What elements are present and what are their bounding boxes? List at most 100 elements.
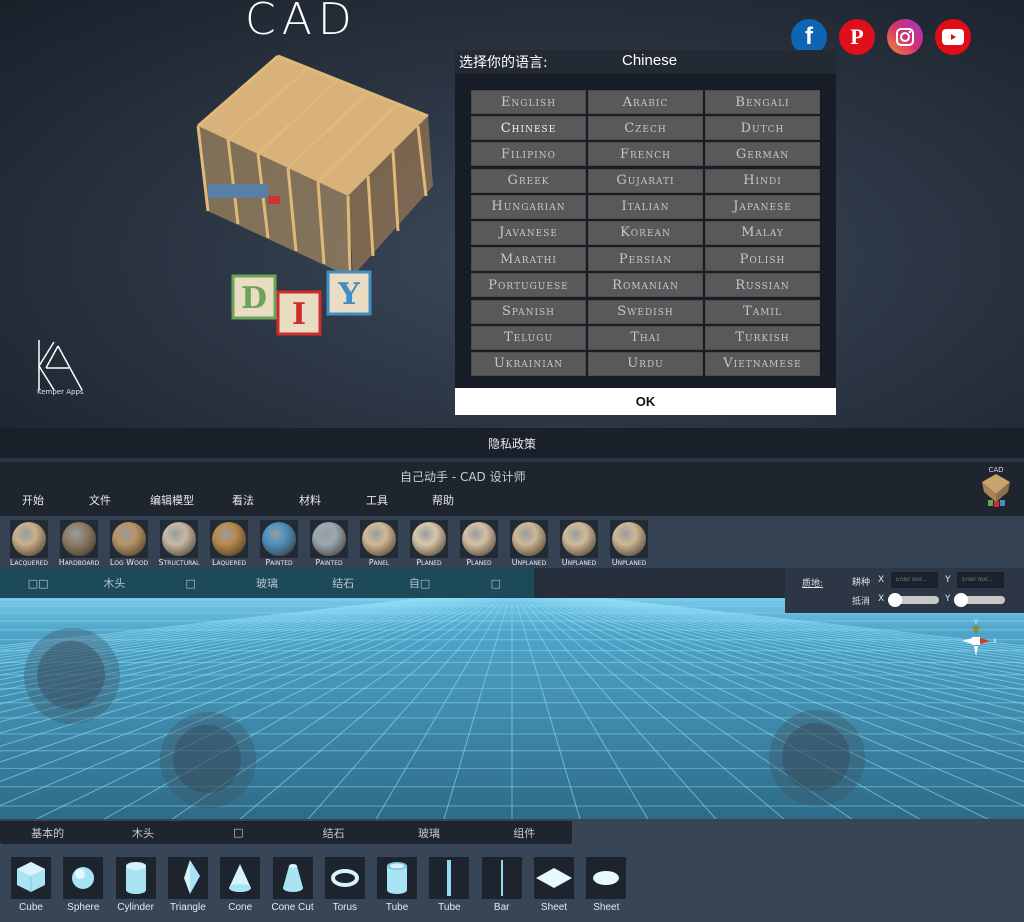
language-option-spanish[interactable]: Spanish (471, 299, 586, 324)
instagram-button[interactable] (887, 19, 923, 55)
menu-item-1[interactable]: 文件 (89, 492, 111, 508)
tiling-y-input[interactable] (957, 572, 1004, 588)
menu-item-4[interactable]: 材料 (299, 492, 321, 508)
material-swatch-hardboard[interactable]: Hardboard (54, 520, 104, 567)
shape-button-thin-tube[interactable]: Tube (427, 857, 471, 913)
ok-button[interactable]: OK (455, 388, 836, 415)
language-option-polish[interactable]: Polish (705, 247, 820, 272)
language-option-gujarati[interactable]: Gujarati (588, 168, 703, 193)
language-option-chinese[interactable]: Chinese (471, 116, 586, 141)
language-option-swedish[interactable]: Swedish (588, 299, 703, 324)
material-swatch-lacquered[interactable]: Lacquered (4, 520, 54, 567)
language-option-marathi[interactable]: Marathi (471, 247, 586, 272)
material-tab-1[interactable]: 木头 (76, 568, 152, 598)
language-option-japanese[interactable]: Japanese (705, 194, 820, 219)
move-joystick[interactable] (24, 628, 120, 724)
offset-x-slider[interactable] (888, 593, 939, 607)
pinterest-button[interactable]: P (839, 19, 875, 55)
shape-tab-3[interactable]: 结石 (286, 821, 381, 844)
language-option-turkish[interactable]: Turkish (705, 325, 820, 350)
material-swatch-painted[interactable]: Painted (254, 520, 304, 567)
language-option-malay[interactable]: Malay (705, 220, 820, 245)
material-tab-5[interactable]: 自□ (381, 568, 457, 598)
shape-button-round-sheet[interactable]: Sheet (584, 857, 628, 913)
axis-gizmo[interactable]: Y X (956, 618, 996, 658)
material-swatch-planed[interactable]: Planed (454, 520, 504, 567)
material-swatch-structural[interactable]: Structural (154, 520, 204, 567)
shape-tab-5[interactable]: 组件 (477, 821, 572, 844)
language-option-greek[interactable]: Greek (471, 168, 586, 193)
shape-button-cylinder[interactable]: Cylinder (114, 857, 158, 913)
language-option-javanese[interactable]: Javanese (471, 220, 586, 245)
shape-button-cone[interactable]: Cone (218, 857, 262, 913)
material-label: Planed (416, 558, 442, 567)
material-swatch-painted[interactable]: Painted (304, 520, 354, 567)
offset-y-slider-knob[interactable] (954, 593, 968, 607)
shape-preview (324, 857, 365, 899)
shape-tab-2[interactable]: □ (191, 821, 286, 844)
shape-button-cube[interactable]: Cube (9, 857, 53, 913)
language-option-korean[interactable]: Korean (588, 220, 703, 245)
language-option-dutch[interactable]: Dutch (705, 116, 820, 141)
shape-tab-0[interactable]: 基本的 (0, 821, 95, 844)
language-option-hindi[interactable]: Hindi (705, 168, 820, 193)
3d-viewport[interactable] (0, 598, 1024, 826)
material-tab-3[interactable]: 玻璃 (229, 568, 305, 598)
menu-item-3[interactable]: 看法 (232, 492, 254, 508)
shape-tab-4[interactable]: 玻璃 (381, 821, 476, 844)
shape-button-torus[interactable]: Torus (323, 857, 367, 913)
shape-button-cone-cut[interactable]: Cone Cut (271, 857, 315, 913)
language-option-italian[interactable]: Italian (588, 194, 703, 219)
material-swatch-unplaned[interactable]: Unplaned (554, 520, 604, 567)
language-option-romanian[interactable]: Romanian (588, 273, 703, 298)
shape-preview (11, 857, 51, 899)
language-option-czech[interactable]: Czech (588, 116, 703, 141)
material-swatch-laquered[interactable]: Laquered (204, 520, 254, 567)
language-option-bengali[interactable]: Bengali (705, 90, 820, 114)
shape-button-sphere[interactable]: Sphere (61, 857, 105, 913)
youtube-button[interactable] (935, 19, 971, 55)
language-option-telugu[interactable]: Telugu (471, 325, 586, 350)
offset-x-slider-knob[interactable] (888, 593, 902, 607)
shape-tab-1[interactable]: 木头 (95, 821, 190, 844)
material-swatch-log-wood[interactable]: Log Wood (104, 520, 154, 567)
menu-item-5[interactable]: 工具 (366, 492, 388, 508)
material-swatch-unplaned[interactable]: Unplaned (504, 520, 554, 567)
menu-item-0[interactable]: 开始 (22, 492, 44, 508)
language-option-arabic[interactable]: Arabic (588, 90, 703, 114)
tiling-x-input[interactable] (891, 572, 938, 588)
rotate-joystick[interactable] (160, 712, 256, 808)
language-option-english[interactable]: English (471, 90, 586, 114)
language-option-ukrainian[interactable]: Ukrainian (471, 351, 586, 376)
language-option-thai[interactable]: Thai (588, 325, 703, 350)
material-tab-6[interactable]: □ (458, 568, 534, 598)
material-tab-0[interactable]: □□ (0, 568, 76, 598)
material-swatch-panel[interactable]: Panel (354, 520, 404, 567)
language-option-german[interactable]: German (705, 142, 820, 167)
language-option-urdu[interactable]: Urdu (588, 351, 703, 376)
menu-item-2[interactable]: 编辑模型 (150, 492, 194, 508)
material-tab-4[interactable]: 结石 (305, 568, 381, 598)
shape-button-tube[interactable]: Tube (375, 857, 419, 913)
language-option-hungarian[interactable]: Hungarian (471, 194, 586, 219)
shape-button-triangle[interactable]: Triangle (166, 857, 210, 913)
dialog-header: 选择你的语言: Chinese (455, 50, 836, 74)
zoom-joystick[interactable] (769, 710, 865, 806)
material-tab-2[interactable]: □ (153, 568, 229, 598)
language-option-vietnamese[interactable]: Vietnamese (705, 351, 820, 376)
privacy-policy-link[interactable]: 隐私政策 (0, 428, 1024, 458)
offset-y-slider[interactable] (954, 593, 1005, 607)
shape-preview (377, 857, 418, 899)
language-option-tamil[interactable]: Tamil (705, 299, 820, 324)
material-swatch-unplaned[interactable]: Unplaned (604, 520, 654, 567)
language-option-russian[interactable]: Russian (705, 273, 820, 298)
language-option-persian[interactable]: Persian (588, 247, 703, 272)
shape-button-bar[interactable]: Bar (480, 857, 524, 913)
material-preview (410, 520, 448, 558)
shape-button-sheet[interactable]: Sheet (532, 857, 576, 913)
language-option-portuguese[interactable]: Portuguese (471, 273, 586, 298)
material-swatch-planed[interactable]: Planed (404, 520, 454, 567)
language-option-french[interactable]: French (588, 142, 703, 167)
language-option-filipino[interactable]: Filipino (471, 142, 586, 167)
menu-item-6[interactable]: 帮助 (432, 492, 454, 508)
